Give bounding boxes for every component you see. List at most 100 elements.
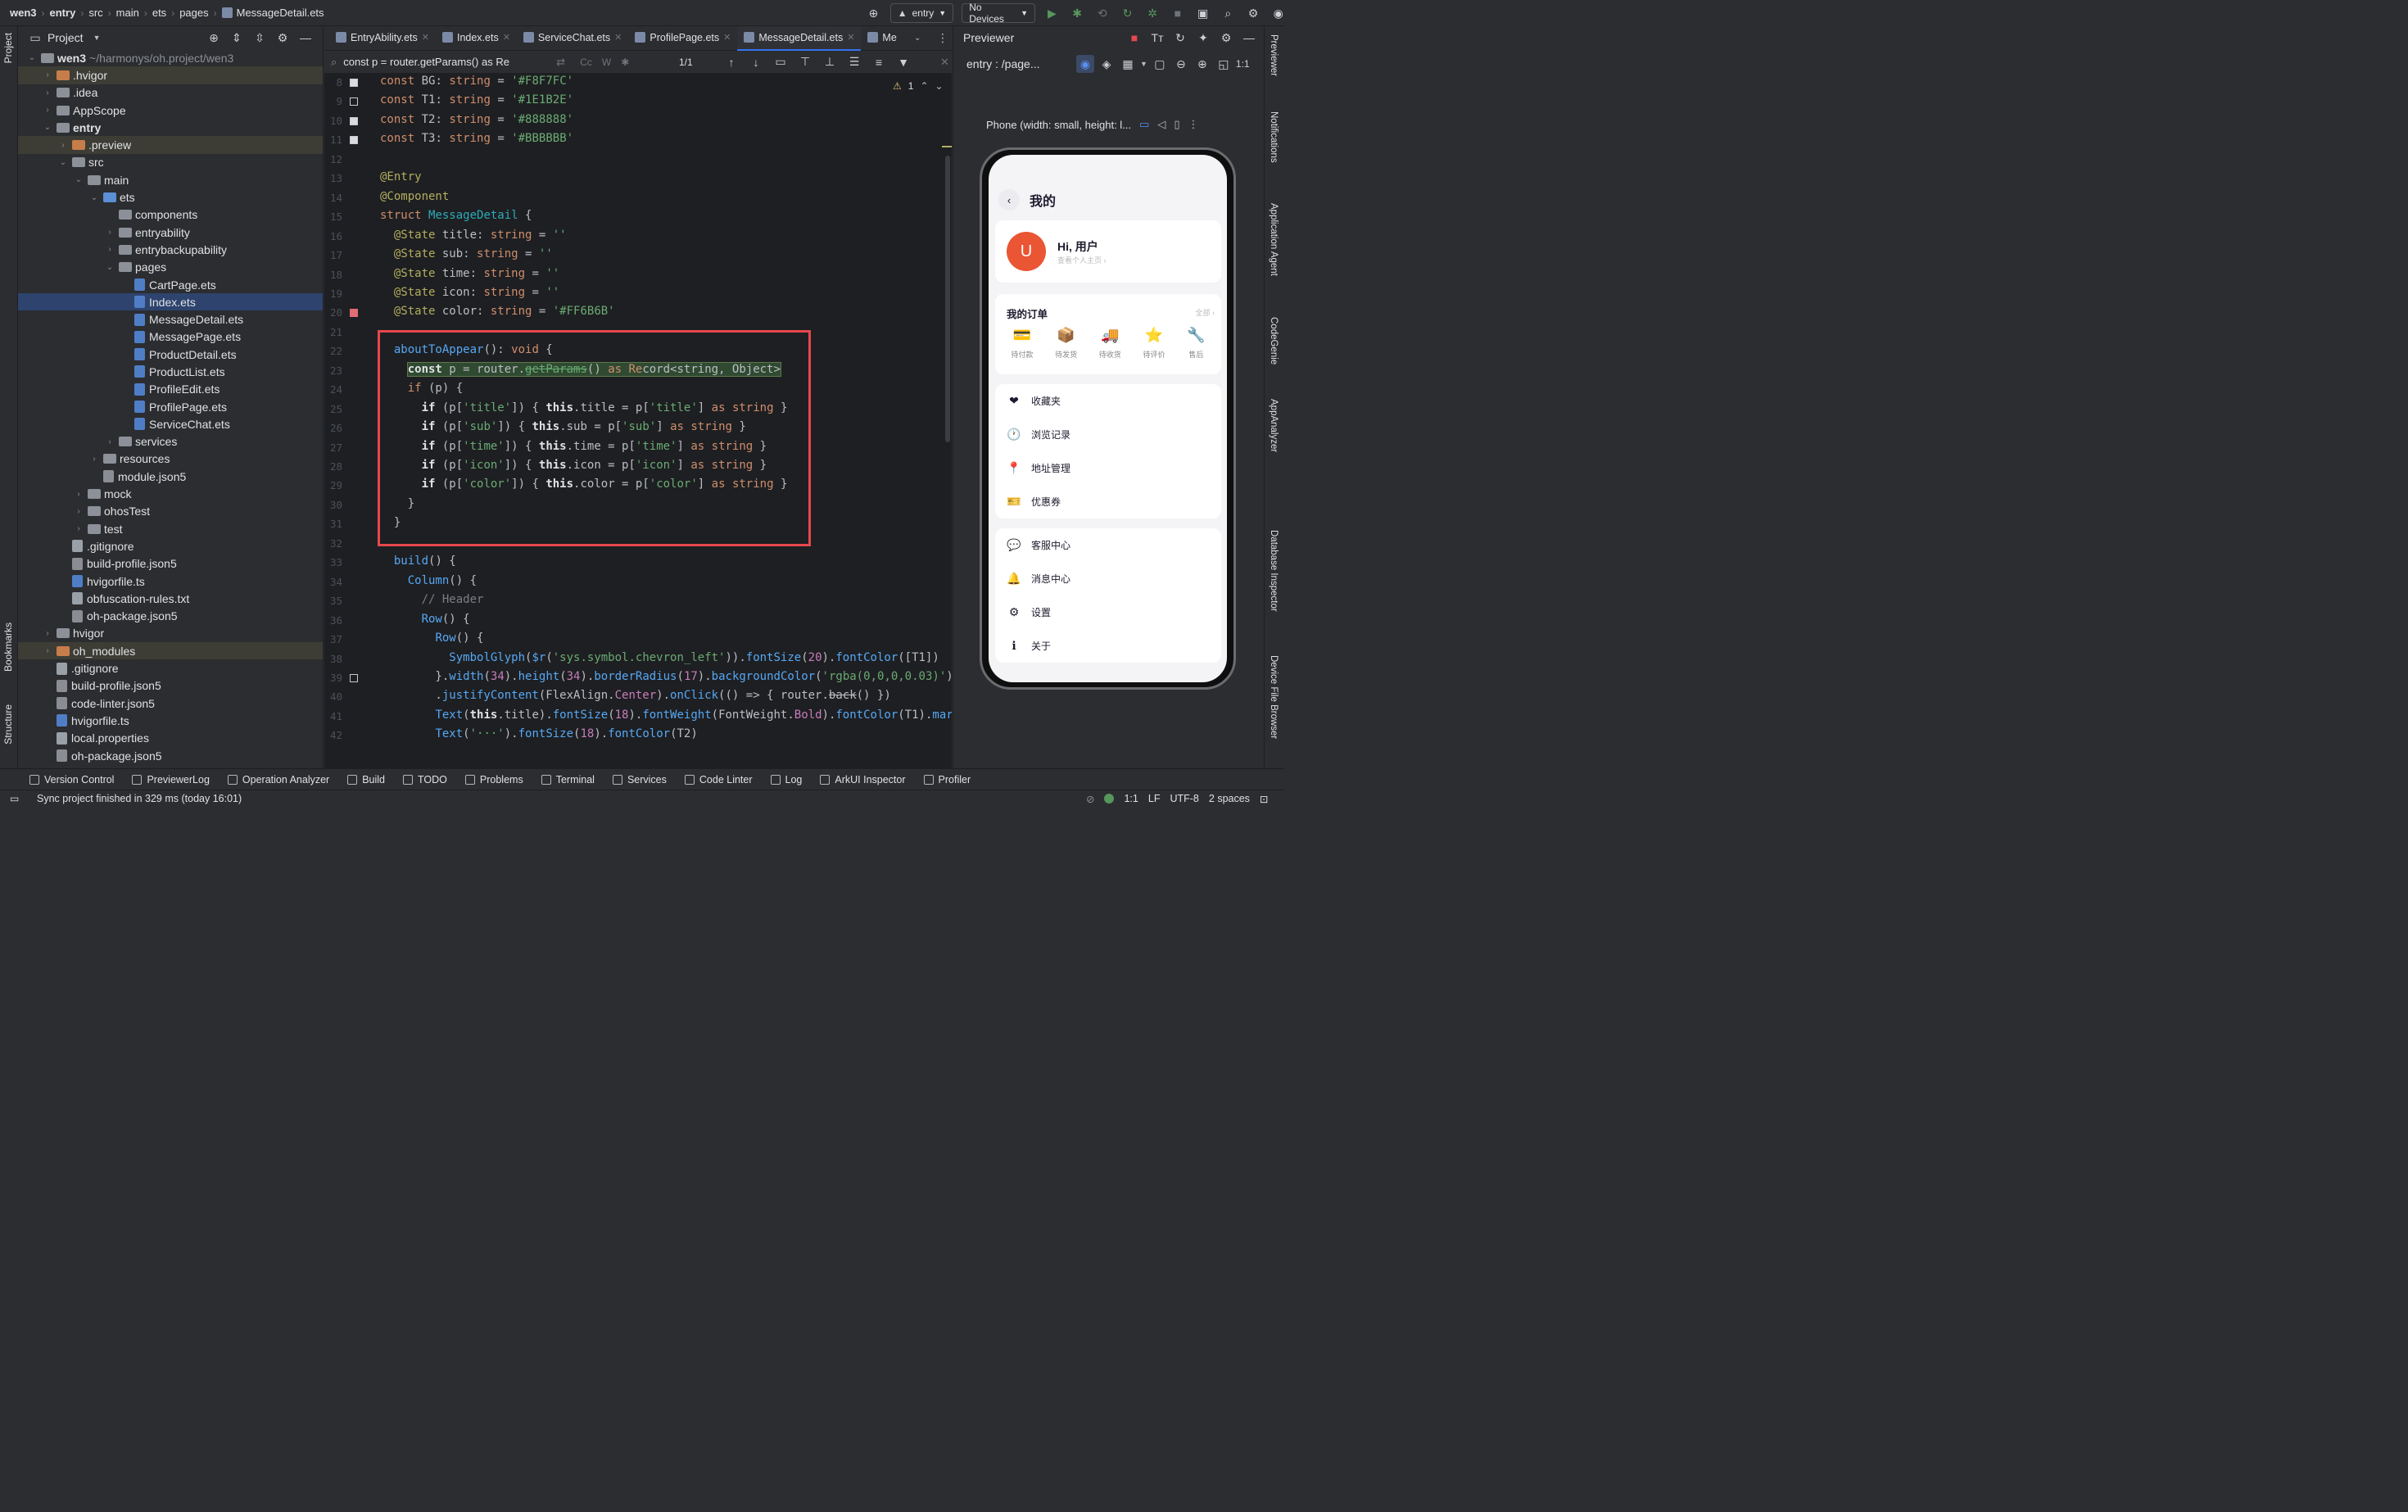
tool-window-button[interactable]: TODO [403, 774, 447, 785]
gear-icon[interactable]: ⚙ [1217, 29, 1235, 47]
order-status-item[interactable]: 💳 待付款 [1011, 327, 1033, 360]
tool-window-button[interactable]: Version Control [29, 774, 114, 785]
stop-icon[interactable]: ■ [1170, 4, 1187, 22]
chevron-right-icon[interactable]: › [42, 106, 53, 115]
whole-word-icon[interactable]: W [602, 57, 611, 68]
gear-icon[interactable]: ⚙ [274, 29, 292, 47]
tree-item[interactable]: ⌄ main [18, 171, 323, 188]
lock-icon[interactable]: ⊡ [1260, 793, 1268, 805]
frame-icon[interactable]: ▢ [1151, 55, 1169, 73]
chevron-right-icon[interactable]: › [57, 141, 69, 150]
arrow-up-icon[interactable]: ↑ [722, 53, 740, 71]
tree-item[interactable]: › .idea [18, 84, 323, 102]
apply-changes-icon[interactable]: ↻ [1119, 4, 1136, 22]
structure-tool-label[interactable]: Structure [2, 704, 14, 745]
right-tool-label[interactable]: Previewer [1269, 34, 1279, 76]
chevron-down-icon[interactable]: ▼ [1140, 60, 1147, 68]
chevron-right-icon[interactable]: › [42, 88, 53, 97]
inspect-icon[interactable]: ✦ [1194, 29, 1212, 47]
route-label[interactable]: entry : /page... [966, 57, 1065, 70]
color-swatch-icon[interactable] [350, 673, 358, 682]
tree-item[interactable]: hvigorfile.ts [18, 712, 323, 729]
order-status-item[interactable]: 🔧 售后 [1187, 327, 1205, 360]
preview-mode-icon[interactable]: ◉ [1076, 55, 1094, 73]
close-icon[interactable]: ✕ [614, 32, 622, 43]
menu-item[interactable]: ℹ 关于 [995, 629, 1221, 663]
tree-item[interactable]: › hvigor [18, 625, 323, 642]
tree-item[interactable]: module.json5 [18, 468, 323, 485]
refresh-icon[interactable]: ↻ [1171, 29, 1189, 47]
tree-item[interactable]: ⌄ entry [18, 119, 323, 136]
color-swatch-icon[interactable] [350, 309, 358, 318]
editor-tab[interactable]: ServiceChat.ets ✕ [517, 26, 628, 51]
project-panel-title[interactable]: Project [48, 31, 84, 44]
chevron-down-icon[interactable]: ⌄ [57, 158, 69, 167]
right-tool-label[interactable]: AppAnalyzer [1269, 399, 1279, 452]
tree-item[interactable]: MessagePage.ets [18, 328, 323, 346]
minimize-icon[interactable]: — [1240, 29, 1258, 47]
tree-item[interactable]: ServiceChat.ets [18, 415, 323, 432]
tree-item[interactable]: build-profile.json5 [18, 677, 323, 695]
tree-item[interactable]: .gitignore [18, 537, 323, 555]
breadcrumb-item[interactable]: ets [152, 7, 166, 19]
gear-icon[interactable]: ⚙ [1245, 4, 1262, 22]
chevron-right-icon[interactable]: › [42, 629, 53, 638]
breadcrumb-item[interactable]: src [88, 7, 102, 19]
order-status-item[interactable]: 📦 待发货 [1055, 327, 1077, 360]
tree-item[interactable]: › test [18, 520, 323, 537]
tool-window-button[interactable]: Profiler [923, 774, 971, 785]
tree-item[interactable]: › ohosTest [18, 503, 323, 520]
menu-item[interactable]: 🔔 消息中心 [995, 562, 1221, 595]
tree-item[interactable]: ProfileEdit.ets [18, 381, 323, 398]
orders-all-link[interactable]: 全部 › [1196, 307, 1215, 318]
chevron-right-icon[interactable]: › [42, 70, 53, 79]
tree-item[interactable]: › mock [18, 485, 323, 502]
close-icon[interactable]: ✕ [422, 32, 429, 43]
debug-icon[interactable]: ✱ [1069, 4, 1086, 22]
select-all-icon[interactable]: ▭ [772, 53, 790, 71]
tree-item[interactable]: .gitignore [18, 659, 323, 677]
cursor-position[interactable]: 1:1 [1124, 793, 1138, 804]
minimize-icon[interactable]: — [296, 29, 315, 47]
tool-window-button[interactable]: Log [770, 774, 802, 785]
right-tool-label[interactable]: Notifications [1269, 111, 1279, 163]
chevron-down-icon[interactable]: ⌄ [935, 80, 944, 92]
tree-item[interactable]: ProductList.ets [18, 363, 323, 380]
tree-item[interactable]: ⌄ ets [18, 188, 323, 206]
breadcrumb-item[interactable]: main [116, 7, 139, 19]
tree-item[interactable]: › .hvigor [18, 66, 323, 84]
menu-item[interactable]: 💬 客服中心 [995, 528, 1221, 562]
run-config-select[interactable]: ▲ entry ▼ [889, 3, 954, 23]
close-icon[interactable]: ✕ [723, 32, 731, 43]
rotate-icon[interactable]: ◁ [1157, 118, 1166, 131]
tree-item[interactable]: › services [18, 433, 323, 450]
chevron-right-icon[interactable]: › [104, 245, 115, 254]
device-type-icon[interactable]: ▭ [1139, 118, 1149, 131]
tree-item[interactable]: ⌄ wen3 ~/harmonys/oh.project/wen3 [18, 49, 323, 66]
menu-item[interactable]: ❤ 收藏夹 [995, 384, 1221, 418]
select-all-occurrences-icon[interactable]: ☰ [845, 53, 863, 71]
add-selection-icon[interactable]: ⊤ [796, 53, 814, 71]
tree-item[interactable]: ProfilePage.ets [18, 398, 323, 415]
target-icon[interactable]: ⊕ [865, 4, 882, 22]
filter-icon[interactable]: ▼ [894, 53, 912, 71]
chevron-down-icon[interactable]: ⌄ [914, 34, 921, 43]
order-status-item[interactable]: 🚚 待收货 [1099, 327, 1121, 360]
close-icon[interactable]: ✕ [503, 32, 510, 43]
breadcrumb-item[interactable]: MessageDetail.ets [237, 7, 324, 19]
tool-window-button[interactable]: Build [347, 774, 385, 785]
breadcrumb-item[interactable]: wen3 [10, 7, 37, 19]
tree-item[interactable]: › AppScope [18, 102, 323, 119]
regex-icon[interactable]: ✱ [621, 57, 629, 68]
tree-item[interactable]: › oh_modules [18, 642, 323, 660]
editor-tab[interactable]: MessageDetail.ets ✕ [737, 25, 862, 51]
tool-window-button[interactable]: PreviewerLog [132, 774, 210, 785]
chevron-down-icon[interactable]: ⌄ [42, 123, 53, 132]
profile-icon[interactable]: ✲ [1144, 4, 1161, 22]
tree-item[interactable]: Index.ets [18, 293, 323, 311]
right-tool-label[interactable]: Application Agent [1269, 203, 1279, 276]
tree-item[interactable]: oh-package.json5 [18, 608, 323, 625]
chevron-right-icon[interactable]: › [88, 455, 100, 464]
search-icon[interactable]: ⌕ [1220, 4, 1237, 22]
menu-item[interactable]: 🕐 浏览记录 [995, 418, 1221, 451]
